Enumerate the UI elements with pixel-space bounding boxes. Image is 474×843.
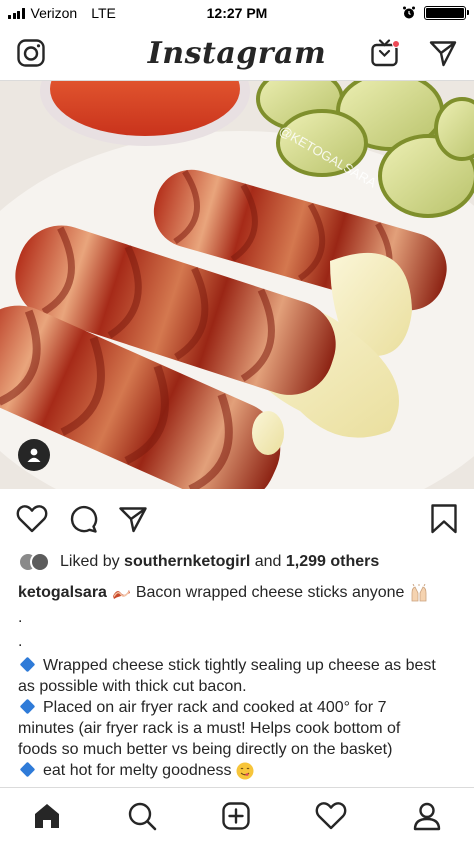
blue-diamond-icon (19, 761, 36, 778)
battery-icon (424, 6, 469, 20)
camera-icon (17, 39, 45, 67)
igtv-button[interactable] (368, 36, 402, 70)
post-caption: ketogalsara Bacon wrapped cheese sticks … (18, 582, 440, 781)
post-actions (0, 497, 474, 541)
status-right (402, 6, 469, 20)
user-tag-icon (27, 448, 41, 462)
camera-button[interactable] (14, 36, 48, 70)
home-icon[interactable] (32, 801, 62, 831)
likes-line[interactable]: Liked by southernketogirl and 1,299 othe… (18, 549, 460, 575)
search-icon[interactable] (127, 801, 157, 831)
avatar (30, 552, 50, 572)
likes-count[interactable]: 1,299 others (286, 553, 379, 571)
direct-message-button[interactable] (426, 36, 460, 70)
share-icon[interactable] (118, 504, 148, 534)
liker-avatars (18, 552, 50, 572)
bookmark-icon[interactable] (430, 504, 458, 534)
post-photo[interactable]: @KETOGALSARA (0, 81, 474, 489)
caption-step-2: Placed on air fryer rack and cooked at 4… (18, 699, 401, 758)
nav-right (368, 36, 460, 70)
tagged-users-button[interactable] (18, 439, 50, 471)
status-bar: Verizon LTE 12:27 PM (0, 0, 474, 26)
caption-step-3: eat hot for melty goodness (43, 762, 232, 779)
liker-username[interactable]: southernketogirl (124, 553, 250, 571)
activity-icon[interactable] (315, 801, 347, 831)
bottom-tab-bar (0, 787, 474, 843)
caption-username[interactable]: ketogalsara (18, 584, 107, 601)
network-type: LTE (91, 5, 116, 21)
raised-hands-emoji-icon (411, 583, 427, 602)
profile-icon[interactable] (412, 801, 442, 831)
signal-icon (8, 7, 25, 19)
likes-prefix: Liked by (60, 553, 120, 570)
food-photo-illustration: @KETOGALSARA (0, 81, 474, 489)
top-nav: Instagram (0, 26, 474, 81)
comment-icon[interactable] (68, 504, 98, 534)
new-post-icon[interactable] (221, 801, 251, 831)
caption-dot-2: . (18, 633, 23, 650)
yum-face-emoji-icon (236, 762, 254, 780)
direct-message-icon (429, 41, 457, 67)
post-actions-left (16, 504, 148, 534)
carrier: Verizon (30, 5, 78, 21)
like-heart-icon[interactable] (16, 504, 48, 534)
caption-step-1: Wrapped cheese stick tightly sealing up … (18, 657, 436, 695)
caption-title: Bacon wrapped cheese sticks anyone (135, 584, 405, 601)
caption-dot-1: . (18, 609, 23, 626)
blue-diamond-icon (19, 698, 36, 715)
status-left: Verizon LTE (8, 5, 116, 21)
likes-conjunction: and (254, 553, 282, 570)
bacon-emoji-icon (113, 589, 131, 599)
blue-diamond-icon (19, 656, 36, 673)
alarm-icon (403, 6, 415, 19)
notification-dot (392, 40, 400, 48)
